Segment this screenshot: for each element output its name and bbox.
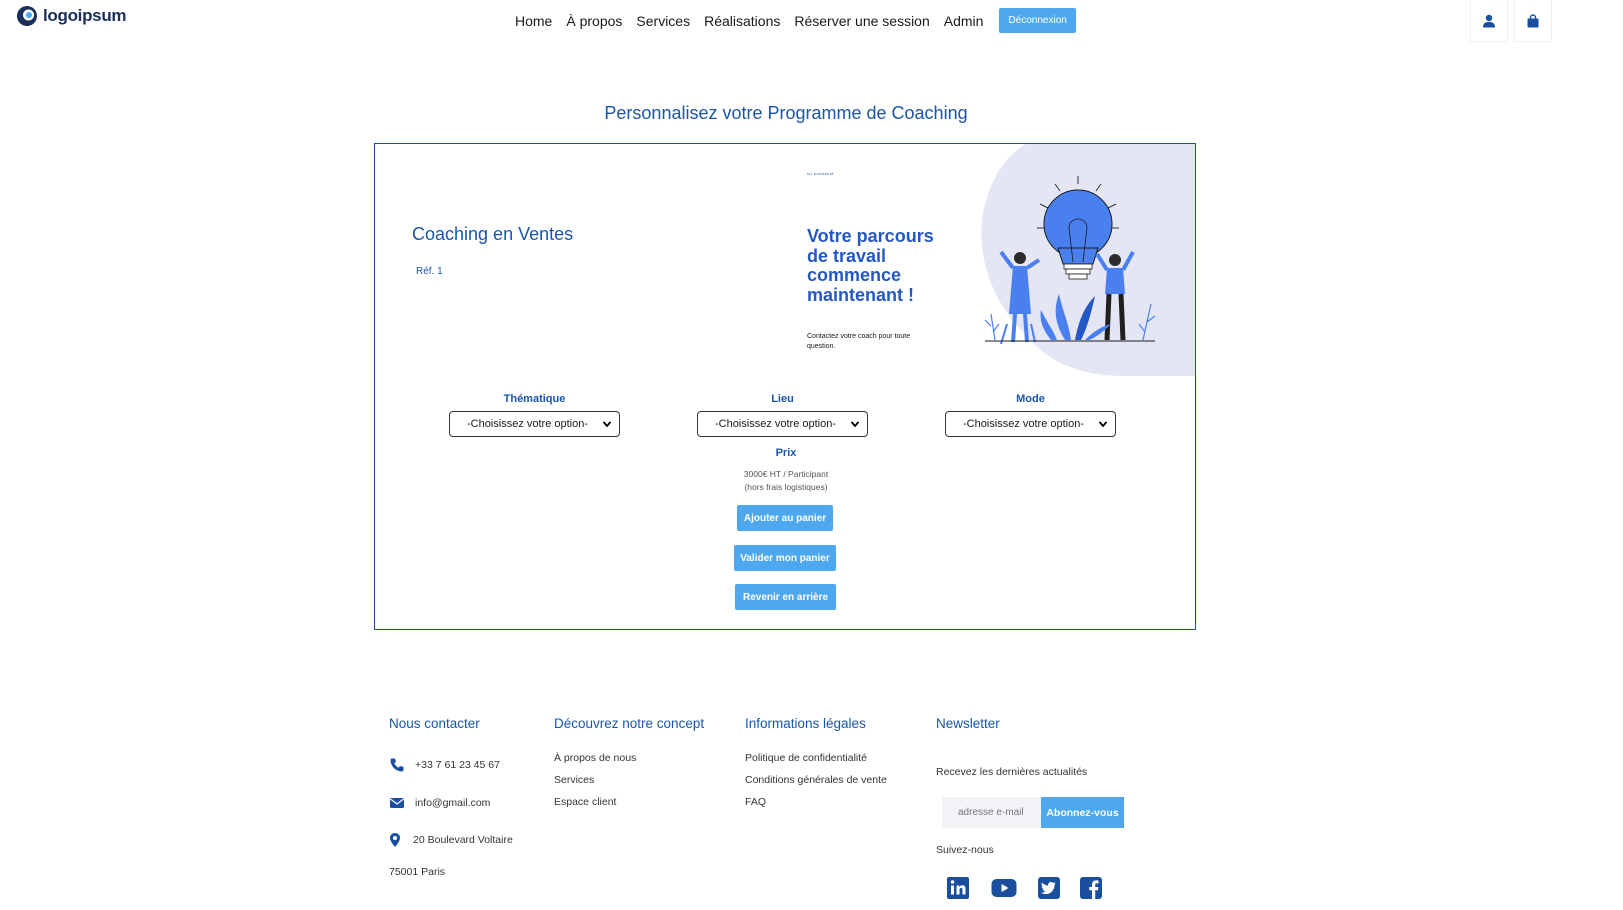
mode-select[interactable]: -Choisissez votre option- <box>945 411 1116 437</box>
top-navbar: logoipsum Home À propos Services Réalisa… <box>0 0 1623 42</box>
footer-legal-title: Informations légales <box>745 716 866 731</box>
nav-services[interactable]: Services <box>636 13 690 29</box>
contact-email[interactable]: info@gmail.com <box>389 795 490 811</box>
footer-link-privacy[interactable]: Politique de confidentialité <box>745 752 887 764</box>
footer-link-faq[interactable]: FAQ <box>745 796 887 808</box>
banner-headline: Votre parcours de travail commence maint… <box>807 226 934 305</box>
chevron-down-icon <box>1098 421 1108 428</box>
map-pin-icon <box>390 833 400 847</box>
footer-newsletter: Newsletter <box>936 716 1000 731</box>
newsletter-email-input[interactable]: adresse e-mail <box>942 797 1041 828</box>
linkedin-icon[interactable] <box>946 876 970 900</box>
price-value: 3000€ HT / Participant (hors frais logis… <box>375 468 1195 494</box>
price-label: Prix <box>775 447 797 459</box>
footer-link-client-space[interactable]: Espace client <box>554 796 704 808</box>
nav-admin[interactable]: Admin <box>944 13 984 29</box>
nav-realisations[interactable]: Réalisations <box>704 13 780 29</box>
newsletter-subscribe-button[interactable]: Abonnez-vous <box>1041 797 1124 828</box>
product-card: Coaching en Ventes Réf. 1 ici connecté V… <box>374 143 1196 630</box>
lieu-select[interactable]: -Choisissez votre option- <box>697 411 868 437</box>
thematique-field: Thématique -Choisissez votre option- <box>449 393 620 437</box>
validate-cart-button[interactable]: Valider mon panier <box>734 545 836 571</box>
contact-phone-text: +33 7 61 23 45 67 <box>415 759 500 771</box>
main-nav: Home À propos Services Réalisations Rése… <box>515 8 1076 33</box>
facebook-icon[interactable] <box>1079 876 1103 900</box>
brand-name: logoipsum <box>43 6 127 25</box>
youtube-icon[interactable] <box>991 876 1017 900</box>
thematique-label: Thématique <box>503 393 566 405</box>
twitter-icon[interactable] <box>1037 876 1061 900</box>
page-title: Personnalisez votre Programme de Coachin… <box>604 103 968 123</box>
footer-concept-title: Découvrez notre concept <box>554 716 705 731</box>
contact-address-line1: 20 Boulevard Voltaire <box>413 834 513 846</box>
footer-contact-title: Nous contacter <box>389 716 480 731</box>
footer-concept: Découvrez notre concept À propos de nous… <box>554 716 704 808</box>
cart-button[interactable] <box>1514 0 1552 42</box>
banner-subtitle: Contactez votre coach pour toute questio… <box>807 333 911 350</box>
logout-button[interactable]: Déconnexion <box>999 8 1076 33</box>
product-ref: Réf. 1 <box>416 266 443 277</box>
mode-value: -Choisissez votre option- <box>962 418 1085 430</box>
add-to-cart-button[interactable]: Ajouter au panier <box>737 505 833 531</box>
lightbulb-illustration <box>981 144 1195 376</box>
contact-email-text: info@gmail.com <box>415 797 491 809</box>
banner-tag: ici connecté <box>807 171 835 176</box>
price-note: (hors frais logistiques) <box>744 482 828 492</box>
chevron-down-icon <box>850 421 860 428</box>
lieu-field: Lieu -Choisissez votre option- <box>697 393 868 437</box>
product-title: Coaching en Ventes <box>412 224 574 244</box>
newsletter-text: Recevez les dernières actualités <box>936 766 1088 778</box>
thematique-value: -Choisissez votre option- <box>466 418 589 430</box>
nav-about[interactable]: À propos <box>566 13 622 29</box>
account-button[interactable] <box>1470 0 1508 42</box>
footer-contact: Nous contacter <box>389 716 480 731</box>
chevron-down-icon <box>602 421 612 428</box>
go-back-button[interactable]: Revenir en arrière <box>735 584 836 610</box>
mail-icon <box>390 798 404 808</box>
nav-book-session[interactable]: Réserver une session <box>794 13 929 29</box>
contact-address: 20 Boulevard Voltaire <box>387 832 513 848</box>
footer-link-terms[interactable]: Conditions générales de vente <box>745 774 887 786</box>
brand-logo[interactable]: logoipsum <box>16 5 127 27</box>
contact-address-line2: 75001 Paris <box>389 866 446 878</box>
logo-icon <box>17 6 37 26</box>
footer-link-about[interactable]: À propos de nous <box>554 752 704 764</box>
footer-newsletter-title: Newsletter <box>936 716 1000 731</box>
mode-field: Mode -Choisissez votre option- <box>945 393 1116 437</box>
footer-link-services[interactable]: Services <box>554 774 704 786</box>
mode-label: Mode <box>1016 393 1045 405</box>
follow-us-label: Suivez-nous <box>936 844 994 856</box>
contact-phone[interactable]: +33 7 61 23 45 67 <box>389 757 500 773</box>
nav-home[interactable]: Home <box>515 13 552 29</box>
user-icon <box>1483 14 1495 27</box>
promo-banner: ici connecté Votre parcours de travail c… <box>805 144 1195 376</box>
phone-icon <box>390 758 404 772</box>
lieu-label: Lieu <box>771 393 794 405</box>
thematique-select[interactable]: -Choisissez votre option- <box>449 411 620 437</box>
price-amount: 3000€ HT / Participant <box>743 469 829 479</box>
shopping-bag-icon <box>1527 13 1539 27</box>
lieu-value: -Choisissez votre option- <box>714 418 837 430</box>
footer-legal: Informations légales Politique de confid… <box>745 716 887 808</box>
